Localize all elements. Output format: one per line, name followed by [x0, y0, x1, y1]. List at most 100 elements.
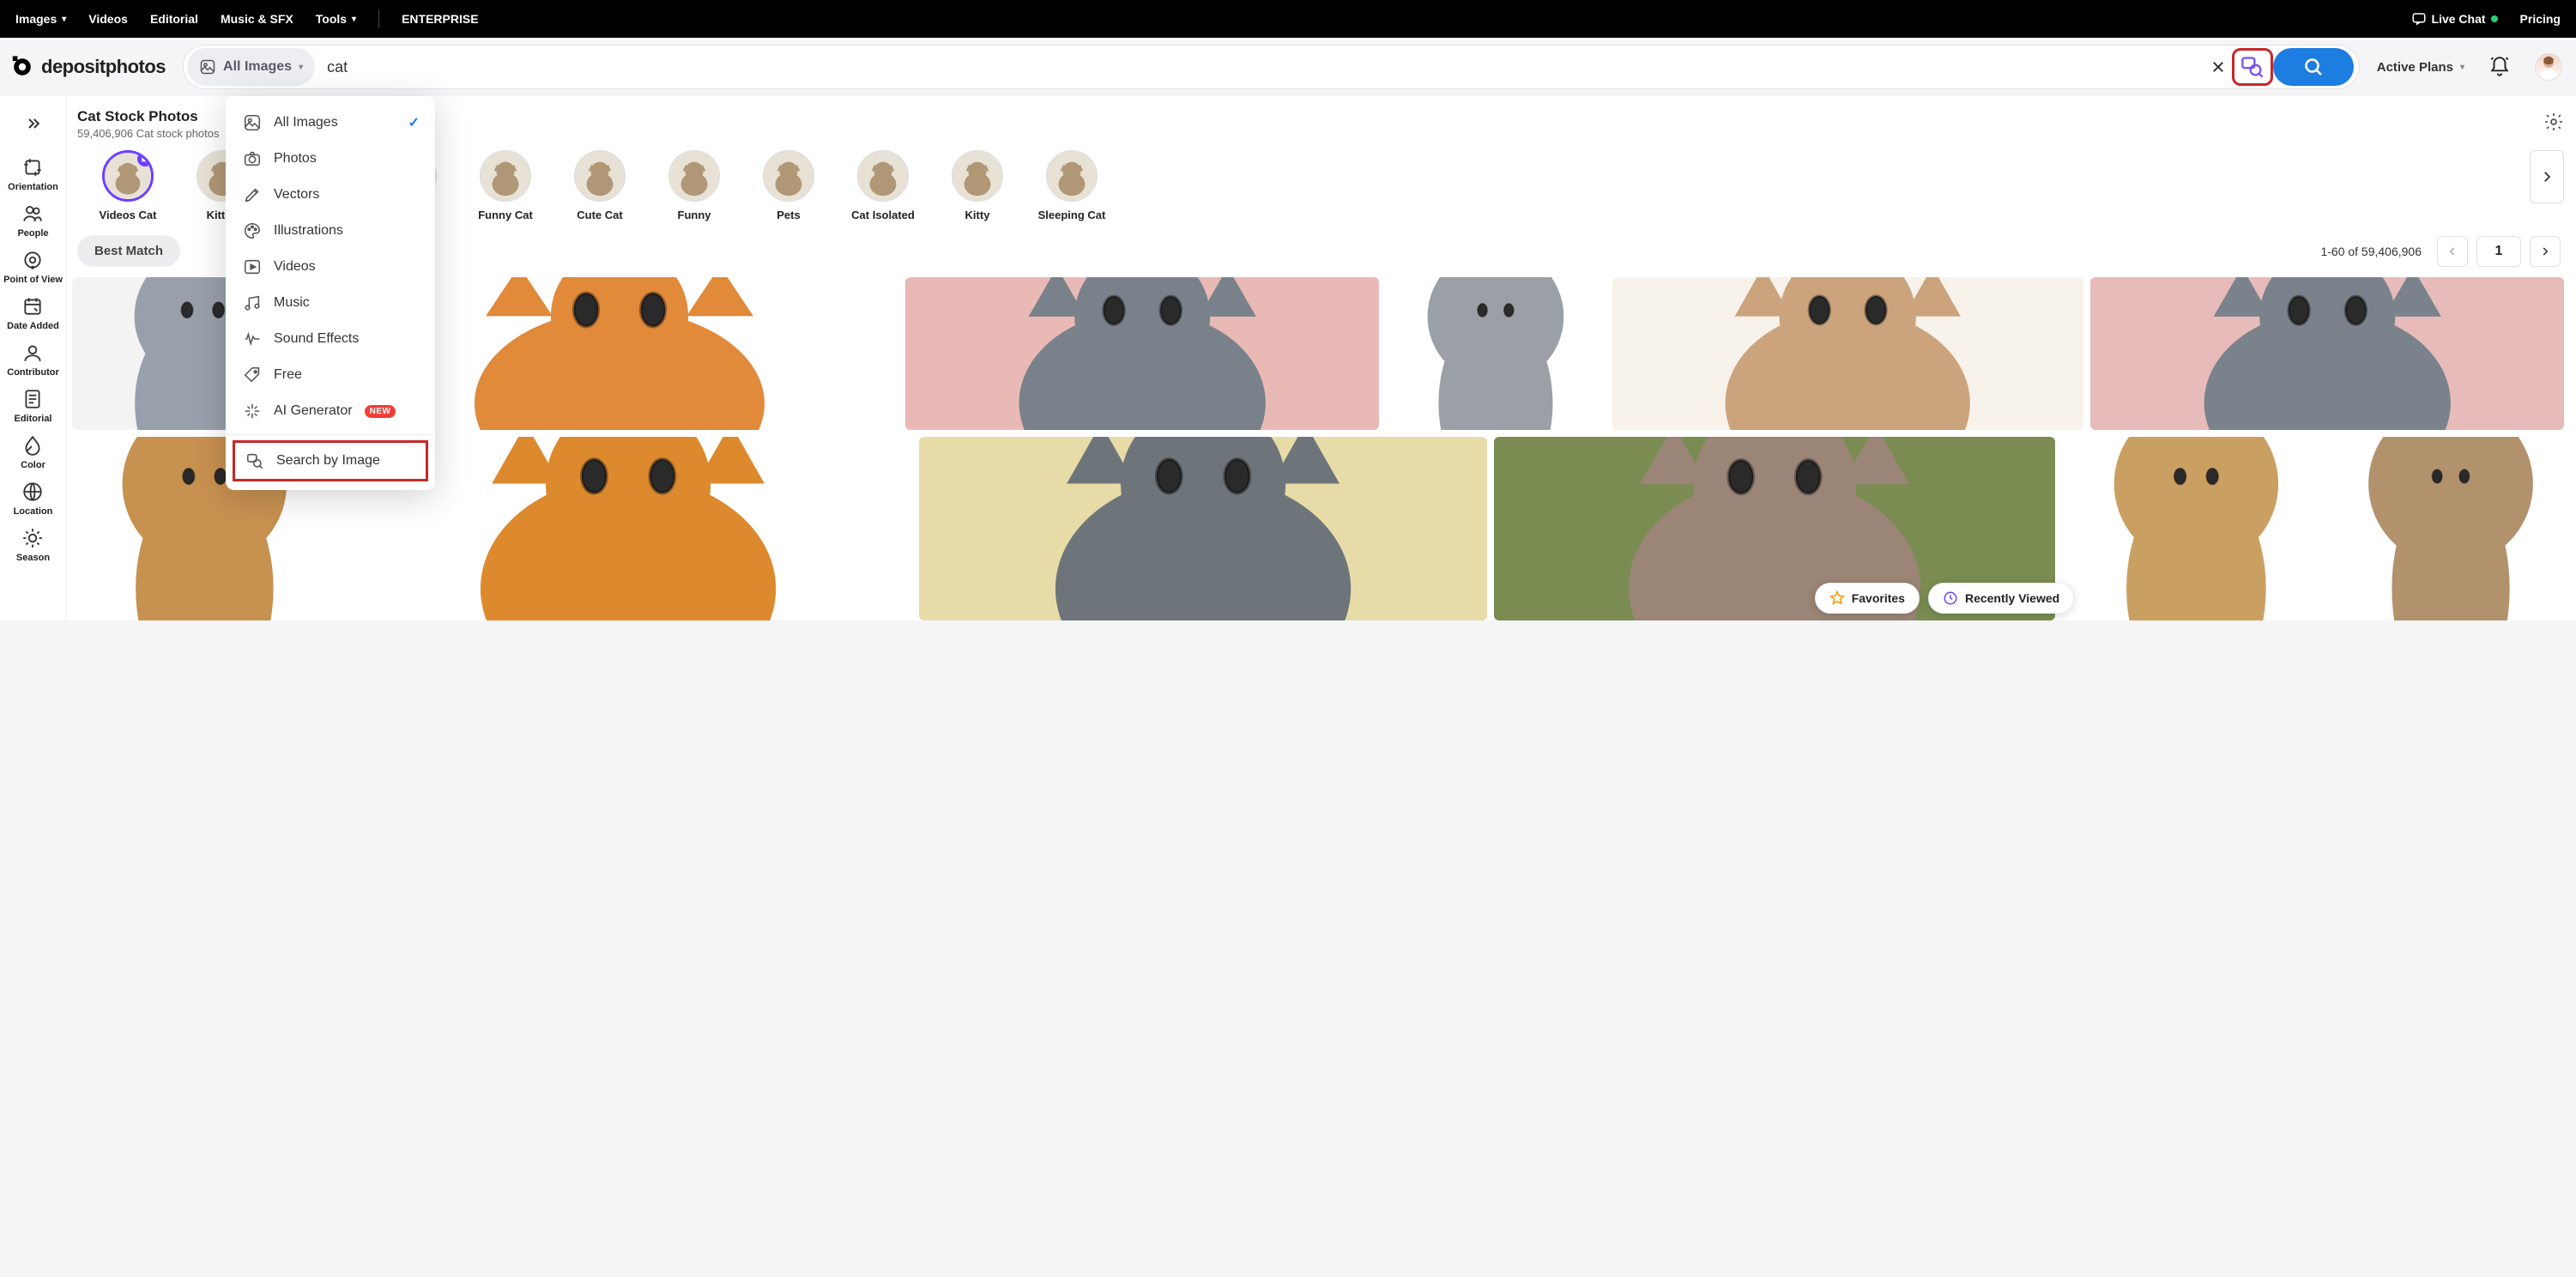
category-thumb: [1046, 150, 1098, 202]
category-next-button[interactable]: [2530, 150, 2564, 203]
nav-videos[interactable]: Videos: [88, 12, 128, 26]
category-sleeping-cat[interactable]: Sleeping Cat: [1042, 150, 1102, 221]
filter-orientation[interactable]: Orientation: [3, 151, 63, 197]
dropdown-search-by-image[interactable]: Search by Image: [233, 440, 428, 481]
dropdown-item-music[interactable]: Music: [226, 285, 435, 321]
nav-music-sfx[interactable]: Music & SFX: [221, 12, 293, 26]
filter-contributor[interactable]: Contributor: [3, 336, 63, 383]
dropdown-item-label: Free: [274, 367, 302, 383]
filter-editorial[interactable]: Editorial: [3, 383, 63, 429]
image-thumb[interactable]: [905, 277, 1379, 430]
category-kitty[interactable]: Kitty: [947, 150, 1007, 221]
brand-logo[interactable]: depositphotos: [10, 55, 166, 79]
gear-icon: [2543, 112, 2564, 132]
check-icon: ✓: [408, 114, 420, 131]
pager-next-button[interactable]: [2530, 236, 2561, 267]
music-icon: [243, 294, 262, 312]
image-thumb[interactable]: [919, 437, 1487, 620]
nav-enterprise[interactable]: ENTERPRISE: [402, 12, 478, 26]
nav-tools[interactable]: Tools▾: [316, 12, 356, 26]
dropdown-item-all-images[interactable]: All Images✓: [226, 105, 435, 141]
filter-date-added[interactable]: Date Added: [3, 290, 63, 336]
clear-search-button[interactable]: [2204, 53, 2232, 81]
chevron-right-icon: [2539, 245, 2551, 257]
page-title: Cat Stock Photos: [77, 108, 220, 125]
category-pets[interactable]: Pets: [759, 150, 819, 221]
grid-icon: [243, 113, 262, 132]
nav-images[interactable]: Images▾: [15, 12, 66, 26]
image-search-icon: [245, 451, 264, 470]
category-thumb: [480, 150, 531, 202]
recently-viewed-button[interactable]: Recently Viewed: [1928, 583, 2074, 614]
palette-icon: [243, 221, 262, 240]
grid-row: [72, 437, 2564, 620]
category-label: Kitty: [965, 209, 990, 221]
dropdown-item-illustrations[interactable]: Illustrations: [226, 213, 435, 249]
search-type-dropdown[interactable]: All Images ▾: [187, 48, 315, 86]
dropdown-item-label: Photos: [274, 151, 317, 166]
dropdown-separator: [226, 434, 435, 435]
main-panel: Cat Stock Photos 59,406,906 Cat stock ph…: [67, 96, 2576, 620]
nav-separator: [378, 9, 379, 28]
category-label: Sleeping Cat: [1038, 209, 1106, 221]
expand-sidebar-button[interactable]: [18, 108, 49, 139]
clock-icon: [1943, 590, 1958, 606]
category-label: Funny: [678, 209, 711, 221]
doc-icon: [21, 388, 44, 410]
search-input[interactable]: [315, 58, 2204, 76]
sort-best-match[interactable]: Best Match: [77, 235, 180, 267]
active-plans-dropdown[interactable]: Active Plans▾: [2377, 60, 2464, 75]
filter-people[interactable]: People: [3, 197, 63, 244]
dropdown-item-vectors[interactable]: Vectors: [226, 177, 435, 213]
favorites-button[interactable]: Favorites: [1815, 583, 1920, 614]
category-thumb: [102, 150, 154, 202]
search-by-image-button[interactable]: [2232, 48, 2273, 86]
filter-sidebar: OrientationPeoplePoint of View Date Added…: [0, 96, 67, 620]
filter-label: Date Added: [7, 321, 59, 331]
image-thumb[interactable]: [2062, 437, 2331, 620]
filter-label: Location: [14, 506, 53, 517]
dropdown-item-videos[interactable]: Videos: [226, 249, 435, 285]
image-type-icon: [199, 58, 216, 76]
dropdown-item-photos[interactable]: Photos: [226, 141, 435, 177]
filter-season[interactable]: Season: [3, 522, 63, 568]
camera-icon: [243, 149, 262, 168]
category-funny-cat[interactable]: Funny Cat: [475, 150, 535, 221]
image-thumb[interactable]: [2337, 437, 2564, 620]
notifications-button[interactable]: [2488, 56, 2511, 78]
online-dot-icon: [2491, 15, 2498, 22]
live-chat-button[interactable]: Live Chat: [2411, 11, 2498, 27]
category-label: Funny Cat: [478, 209, 533, 221]
settings-button[interactable]: [2543, 112, 2564, 136]
image-thumb[interactable]: [2090, 277, 2564, 430]
user-avatar[interactable]: [2535, 53, 2562, 81]
star-icon: [1829, 590, 1845, 606]
nav-editorial[interactable]: Editorial: [150, 12, 198, 26]
image-thumb[interactable]: [1386, 277, 1605, 430]
chevron-double-right-icon: [25, 115, 42, 132]
nav-pricing[interactable]: Pricing: [2520, 12, 2561, 26]
dropdown-item-sound-effects[interactable]: Sound Effects: [226, 321, 435, 357]
pager-prev-button[interactable]: [2437, 236, 2468, 267]
category-thumb: [574, 150, 626, 202]
filter-color[interactable]: Color: [3, 429, 63, 475]
search-button[interactable]: [2273, 48, 2354, 86]
filter-location[interactable]: Location: [3, 475, 63, 522]
search-type-dropdown-menu: All Images✓ Photos VectorsIllustrationsVid…: [226, 96, 435, 490]
pager: 1-60 of 59,406,906 1: [2320, 236, 2561, 267]
dropdown-item-ai-generator[interactable]: AI GeneratorNEW: [226, 393, 435, 429]
pen-icon: [243, 185, 262, 204]
image-thumb[interactable]: [1612, 277, 2083, 430]
category-label: Cute Cat: [577, 209, 622, 221]
filter-point-of-view[interactable]: Point of View: [3, 244, 63, 290]
category-funny[interactable]: Funny: [664, 150, 724, 221]
pager-page-input[interactable]: 1: [2476, 236, 2521, 267]
play-icon: [243, 257, 262, 276]
dropdown-item-free[interactable]: Free: [226, 357, 435, 393]
category-videos-cat[interactable]: Videos Cat: [98, 150, 158, 221]
category-row: Videos CatKittenHappy CatSleepFunny CatC…: [72, 140, 2564, 232]
category-cat-isolated[interactable]: Cat Isolated: [853, 150, 913, 221]
category-cute-cat[interactable]: Cute Cat: [570, 150, 630, 221]
result-count: 1-60 of 59,406,906: [2320, 245, 2422, 258]
chevron-left-icon: [2446, 245, 2458, 257]
